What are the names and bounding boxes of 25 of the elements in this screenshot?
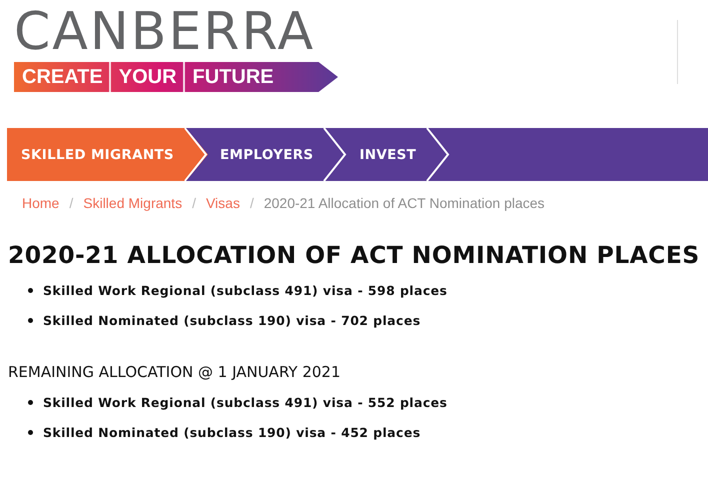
breadcrumb-link[interactable]: Visas [206, 195, 240, 233]
logo-title: CANBERRA [14, 6, 316, 58]
chevron-icon [323, 128, 348, 181]
breadcrumb-link[interactable]: Home [22, 195, 60, 233]
list-item-text: Skilled Nominated (subclass 190) visa - 702 places [43, 312, 421, 328]
section-heading: REMAINING ALLOCATION @ 1 JANUARY 2021 [8, 363, 342, 381]
nav-tab[interactable]: SKILLED MIGRANTS [7, 128, 208, 181]
nav-tab[interactable]: EMPLOYERS [186, 128, 348, 181]
nav-tab[interactable]: INVEST [325, 128, 450, 181]
current-page-label: 2020-21 Allocation of ACT Nomination places [264, 195, 545, 213]
chevron-icon [184, 128, 208, 181]
page-heading: 2020-21 ALLOCATION OF ACT NOMINATION PLACES [7, 240, 701, 269]
chevron-icon [426, 128, 450, 181]
bullet-icon [28, 318, 33, 322]
breadcrumb-link[interactable]: Skilled Migrants [83, 195, 182, 233]
list-item-text: Skilled Work Regional (subclass 491) visa - 598 places [43, 282, 448, 298]
list-item-text: Skilled Nominated (subclass 190) visa - 452 places [43, 424, 421, 440]
bullet-icon [28, 288, 33, 292]
bullet-icon [28, 400, 33, 404]
list-item-text: Skilled Work Regional (subclass 491) visa - 552 places [43, 394, 448, 410]
logo-tagline-banner: CREATE YOUR FUTURE [14, 62, 338, 92]
breadcrumb-separator: / [250, 195, 254, 213]
breadcrumb-separator: / [192, 195, 196, 213]
breadcrumb-separator: / [69, 195, 74, 213]
bullet-icon [28, 430, 33, 434]
